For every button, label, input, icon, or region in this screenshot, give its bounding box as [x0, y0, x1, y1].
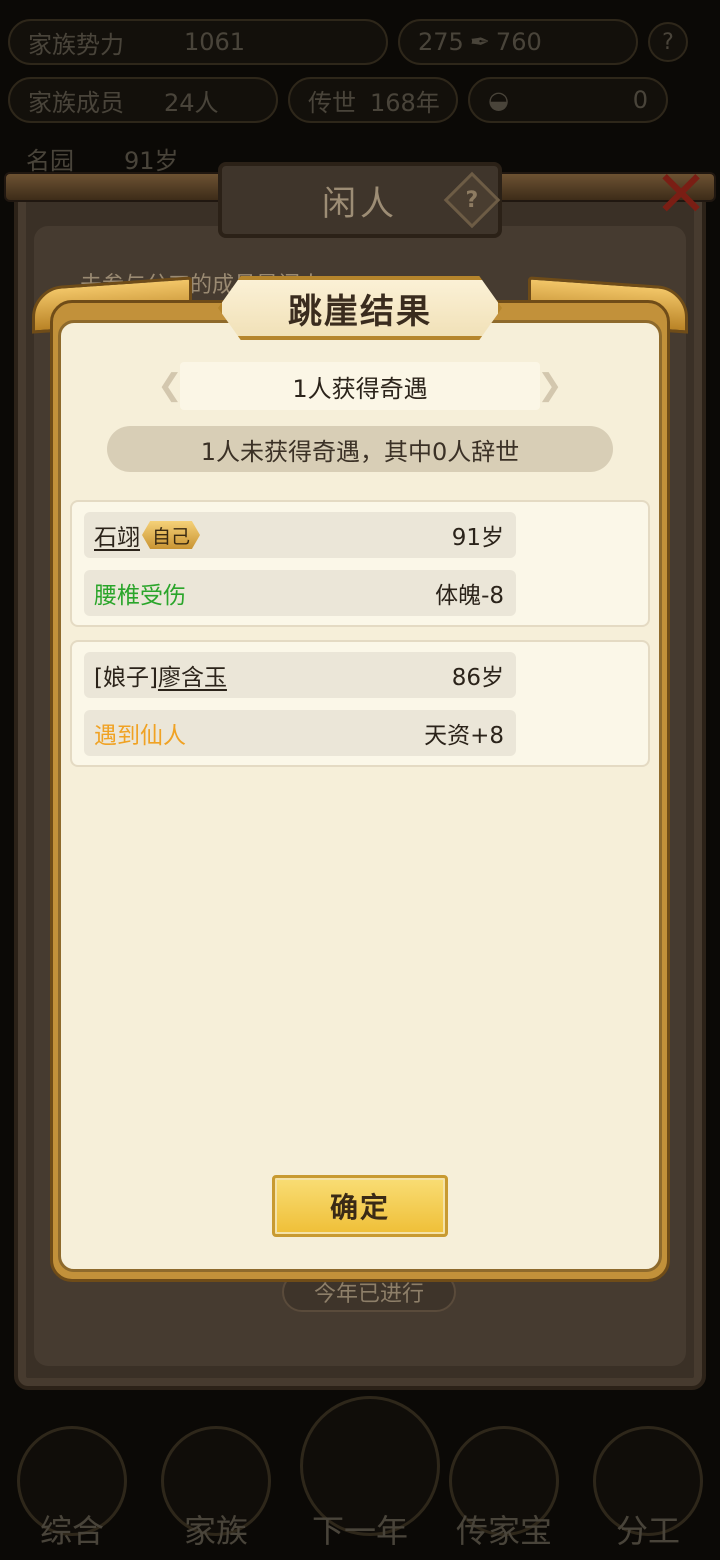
event-name: 腰椎受伤 [94, 583, 186, 609]
members-stat: 家族成员 24人 [8, 77, 278, 123]
event-effect: 天资+8 [424, 723, 504, 749]
feather-icon: ✒ [469, 28, 490, 56]
self-badge: 自己 [142, 521, 201, 549]
member-relation-prefix: [娘子] [94, 665, 158, 691]
currency-a-value: 275 [418, 28, 464, 56]
nav-heirloom: 传家宝 [444, 1426, 564, 1552]
generation-label: 传世 [308, 88, 356, 117]
member-name-group: [娘子] 廖含玉 [94, 658, 227, 692]
modal-title: 跳崖结果 [288, 291, 432, 332]
ingot-icon: ◒ [488, 86, 509, 114]
member-age: 86岁 [451, 665, 504, 691]
banner-text: 1人获得奇遇 [292, 374, 428, 403]
result-card: [娘子] 廖含玉 86岁 遇到仙人 天资+8 [70, 640, 650, 767]
family-power-label: 家族势力 [28, 30, 124, 59]
currency-stat: 275 ✒ 760 [398, 19, 638, 65]
bottom-nav: 综合 家族 下一年 传家宝 分工 [0, 1396, 720, 1560]
members-value: 24人 [164, 88, 219, 117]
member-name-group: 石翊 自己 [94, 518, 201, 552]
region-value: 91岁 [124, 146, 179, 175]
member-name-link[interactable]: 石翊 [94, 518, 140, 552]
family-power-value: 1061 [184, 28, 246, 56]
close-icon: ✕ [654, 158, 708, 232]
event-effect: 体魄-8 [435, 583, 504, 609]
member-row: 石翊 自己 91岁 [84, 512, 516, 558]
event-row: 遇到仙人 天资+8 [84, 710, 516, 756]
nav-family: 家族 [156, 1426, 276, 1552]
member-name-link[interactable]: 廖含玉 [158, 658, 227, 692]
region-label: 名园 [26, 146, 74, 175]
generation-value: 168年 [370, 88, 440, 117]
nav-overview: 综合 [12, 1426, 132, 1552]
generation-stat: 传世 168年 [288, 77, 458, 123]
currency-b-value: 760 [495, 28, 542, 56]
help-icon: ? [648, 22, 688, 62]
event-row: 腰椎受伤 体魄-8 [84, 570, 516, 616]
coins-stat: ◒ 0 [468, 77, 668, 123]
members-label: 家族成员 [28, 88, 124, 117]
family-stats-row: 家族成员 24人 传世 168年 ◒ 0 [8, 72, 712, 128]
nav-next-year: 下一年 [300, 1396, 440, 1552]
nav-assignment: 分工 [588, 1426, 708, 1552]
summary-pill: 1人未获得奇遇，其中0人辞世 [107, 426, 613, 472]
event-name: 遇到仙人 [94, 723, 186, 749]
top-stats-row: 家族势力 1061 275 ✒ 760 ? [8, 14, 712, 70]
encounter-banner: ❮ ❯ 1人获得奇遇 [150, 362, 570, 410]
coins-value: 0 [632, 86, 648, 114]
family-power-stat: 家族势力 1061 [8, 19, 388, 65]
member-age: 91岁 [451, 525, 504, 551]
member-row: [娘子] 廖含玉 86岁 [84, 652, 516, 698]
result-card: 石翊 自己 91岁 腰椎受伤 体魄-8 [70, 500, 650, 627]
confirm-button[interactable]: 确定 [272, 1175, 448, 1237]
